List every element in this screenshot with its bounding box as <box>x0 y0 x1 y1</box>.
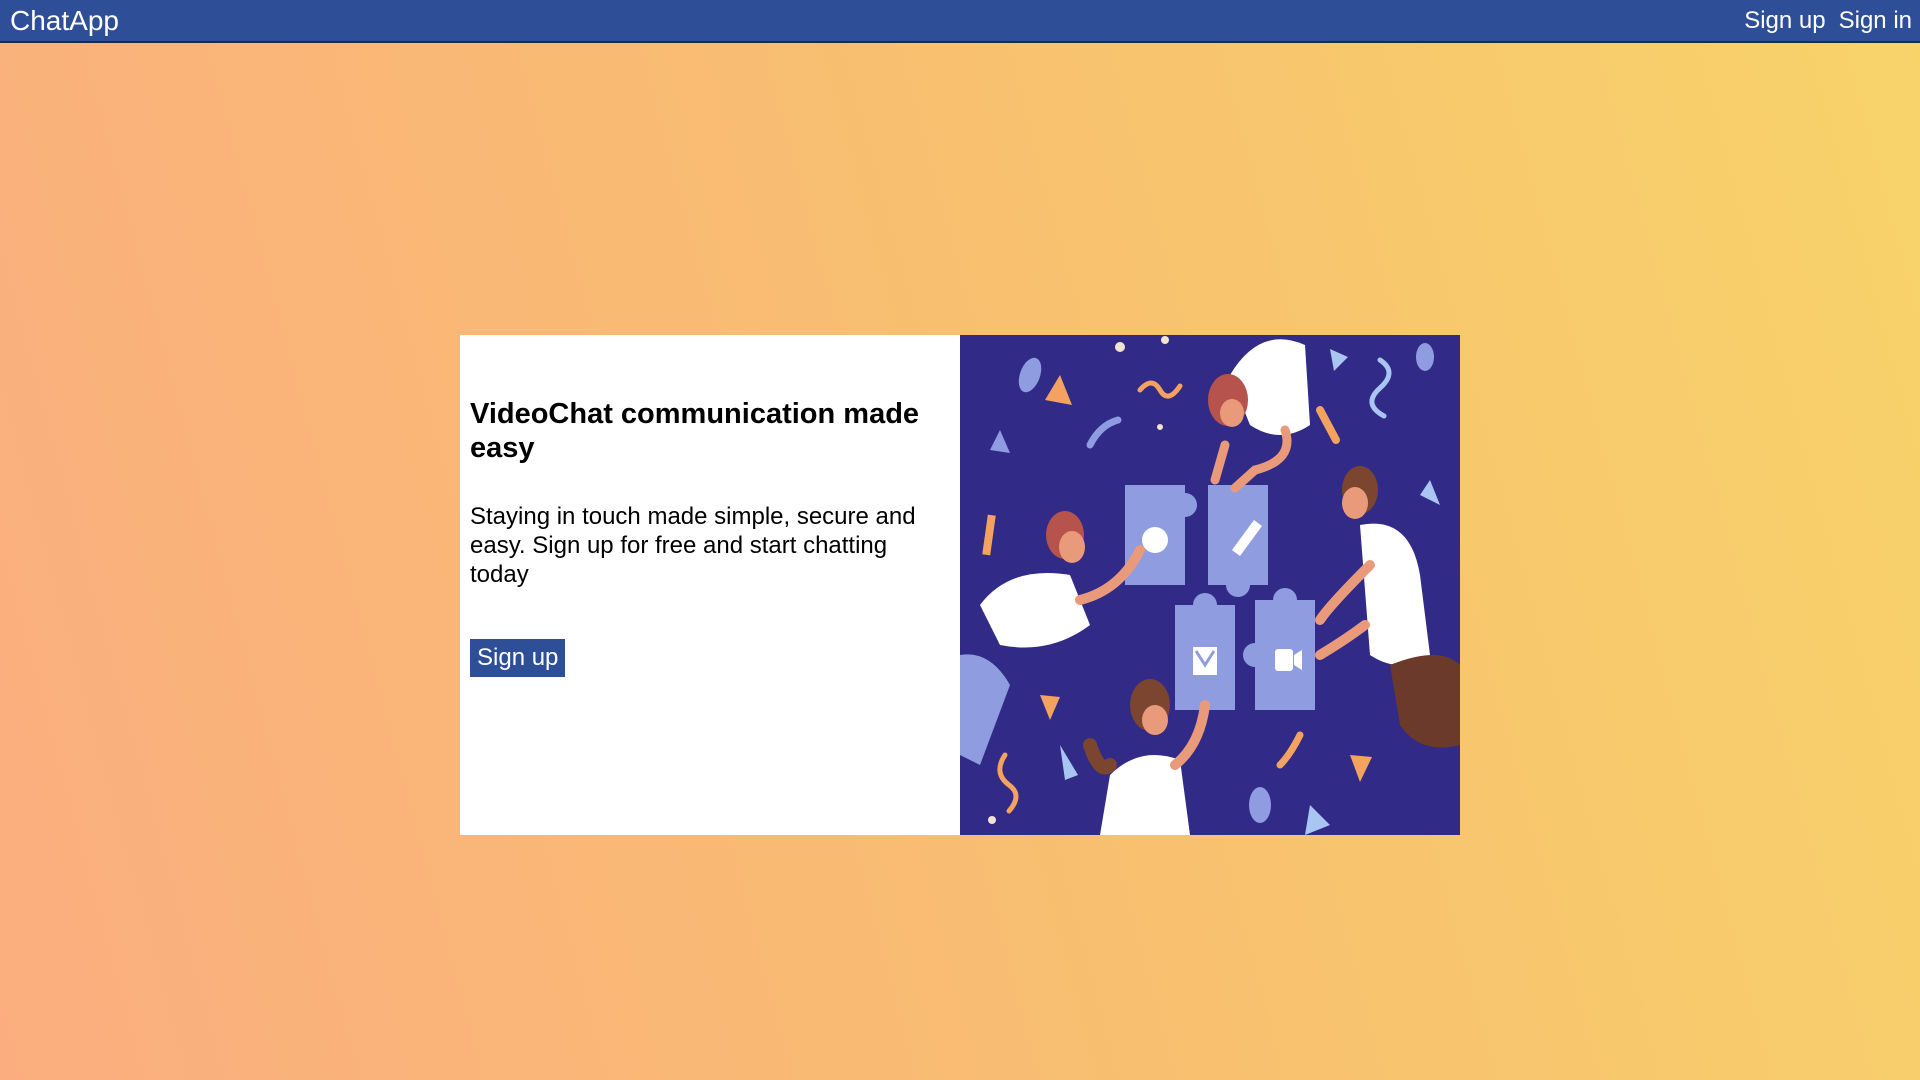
hero-text-panel: VideoChat communication made easy Stayin… <box>460 335 960 835</box>
hero-illustration <box>960 335 1460 835</box>
top-navbar: ChatApp Sign up Sign in <box>0 0 1920 43</box>
hero-description: Staying in touch made simple, secure and… <box>470 503 916 588</box>
hero-title: VideoChat communication made easy <box>470 398 920 464</box>
hero-card: VideoChat communication made easy Stayin… <box>460 335 1460 835</box>
nav-links: Sign up Sign in <box>1744 6 1912 36</box>
nav-sign-in-link[interactable]: Sign in <box>1839 6 1912 36</box>
brand-logo-link[interactable]: ChatApp <box>10 4 119 38</box>
hero-sign-up-button[interactable]: Sign up <box>470 639 566 677</box>
puzzle-people-illustration-icon <box>960 335 1460 835</box>
nav-sign-up-link[interactable]: Sign up <box>1744 6 1825 36</box>
